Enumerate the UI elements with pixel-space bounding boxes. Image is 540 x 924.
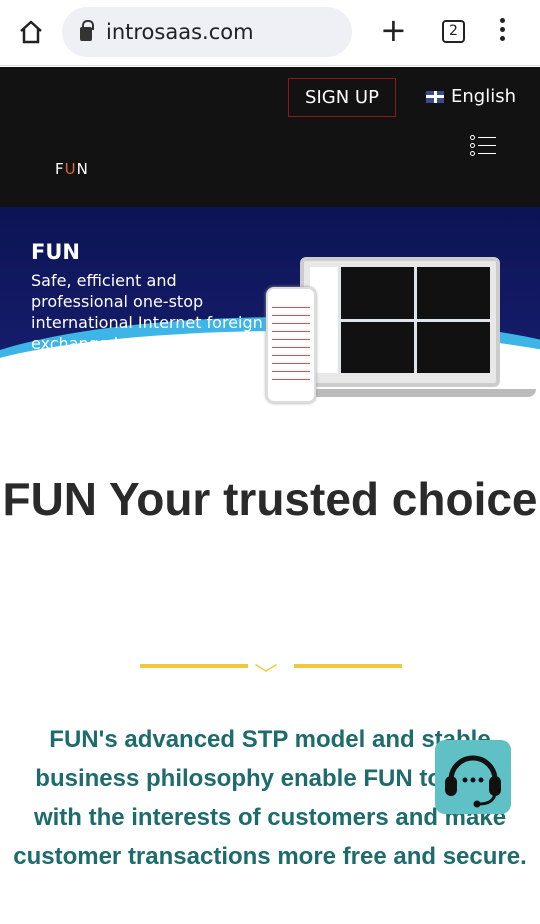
phone-image — [266, 287, 316, 403]
page-heading: FUN Your trusted choice — [2, 473, 538, 525]
more-menu-icon[interactable] — [500, 18, 506, 45]
laptop-base — [290, 389, 536, 397]
address-bar[interactable]: introsaas.com — [62, 7, 352, 57]
chevron-down-icon — [254, 658, 278, 672]
headset-icon — [445, 755, 501, 808]
browser-toolbar: introsaas.com + 2 — [0, 0, 540, 66]
signup-button[interactable]: SIGN UP — [288, 78, 396, 117]
customer-support-button[interactable] — [435, 740, 511, 814]
logo[interactable]: FUN — [55, 160, 89, 178]
language-selector[interactable]: English — [426, 86, 516, 107]
laptop-image — [300, 257, 500, 387]
new-tab-icon[interactable]: + — [380, 14, 407, 46]
section-divider — [140, 658, 402, 674]
uk-flag-icon — [426, 90, 444, 103]
home-icon[interactable] — [18, 19, 44, 45]
tab-count-button[interactable]: 2 — [442, 20, 465, 43]
banner-subtitle: Safe, efficient and professional one-sto… — [31, 271, 263, 353]
site-header: SIGN UP English FUN — [0, 67, 540, 207]
hero-banner: FUN Safe, efficient and professional one… — [0, 207, 540, 412]
lock-icon — [80, 20, 94, 41]
menu-list-icon[interactable] — [470, 134, 496, 158]
banner-title: FUN — [31, 240, 80, 264]
